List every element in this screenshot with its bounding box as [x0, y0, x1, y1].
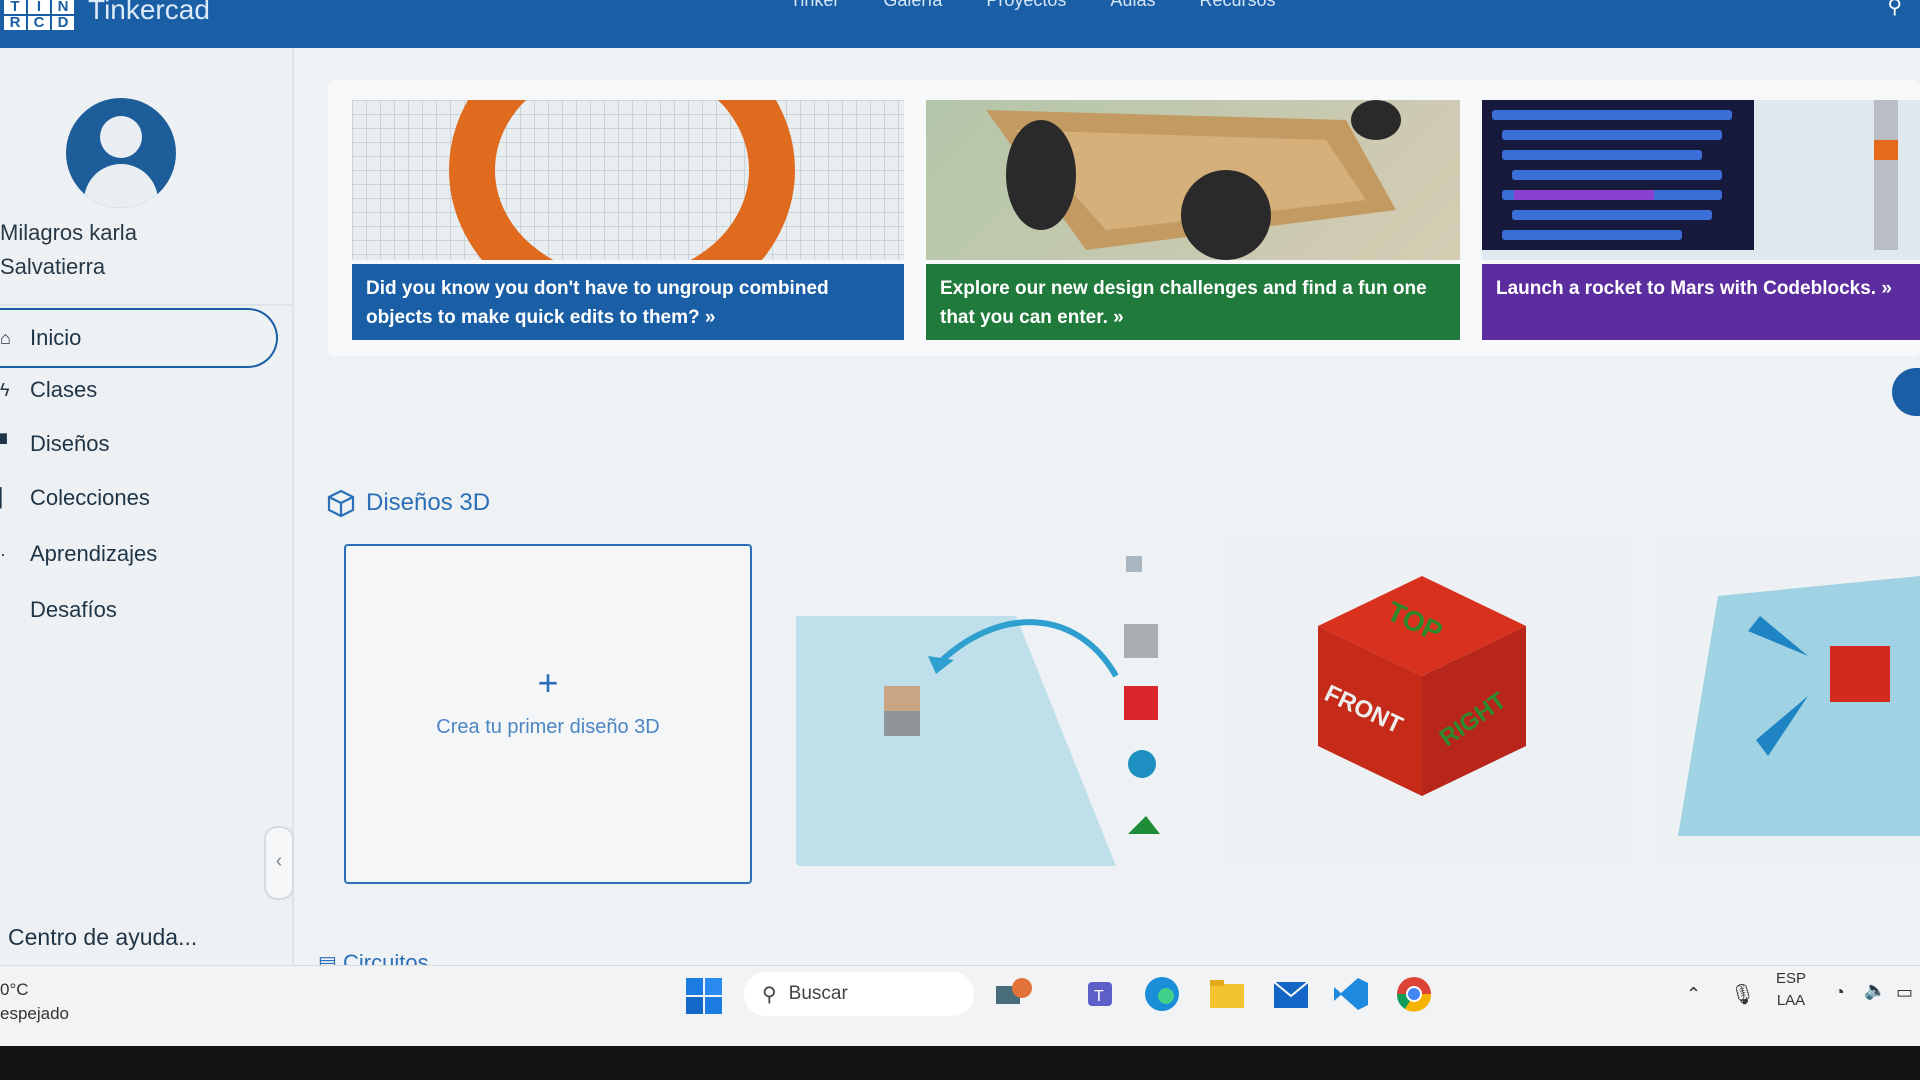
tinkercad-logo[interactable]: T I N R C D: [4, 0, 74, 30]
plus-icon: +: [537, 662, 559, 703]
create-design-label: Crea tu primer diseño 3D: [436, 716, 660, 738]
sidebar-item-clases[interactable]: ϟ Clases: [0, 362, 276, 418]
logo-letter: C: [28, 15, 50, 30]
logo-letter: R: [4, 15, 26, 30]
view-cube-illustration: [1226, 536, 1632, 866]
promo-caption: Explore our new design challenges and fi…: [926, 264, 1460, 340]
avatar-body-shape: [84, 164, 158, 208]
language-code: ESP: [1776, 970, 1807, 987]
topnav-tinker[interactable]: Tinker: [790, 0, 839, 11]
promo-card-challenges[interactable]: Explore our new design challenges and fi…: [926, 100, 1460, 340]
volume-icon[interactable]: 🔈: [1864, 980, 1886, 1001]
carousel-next-button[interactable]: [1892, 368, 1920, 416]
sidebar-item-label: Aprendizajes: [30, 541, 158, 566]
drag-shape-illustration: [796, 536, 1196, 866]
language-indicator[interactable]: ESP LAA: [1776, 968, 1806, 1012]
topnav-proyectos[interactable]: Proyectos: [986, 0, 1066, 11]
learning-icon: ·: [0, 543, 6, 564]
logo-letter: N: [52, 0, 74, 14]
file-explorer-icon[interactable]: [1204, 972, 1248, 1016]
topnav-galeria[interactable]: Galería: [883, 0, 942, 11]
logo-letter: D: [52, 15, 74, 30]
topnav-aulas[interactable]: Aulas: [1110, 0, 1155, 11]
tutorial-thumbnail-move-shape[interactable]: [1658, 536, 1920, 866]
weather-widget[interactable]: 0°C espejado: [0, 978, 69, 1026]
circuits-heading[interactable]: ▤ Circuitos: [318, 950, 429, 965]
tray-chevron-up-icon[interactable]: ⌃: [1686, 984, 1701, 1005]
edge-icon[interactable]: [1140, 972, 1184, 1016]
move-shape-illustration: [1658, 536, 1920, 866]
vscode-icon[interactable]: [1328, 972, 1372, 1016]
promo-card-codeblocks[interactable]: Launch a rocket to Mars with Codeblocks.…: [1482, 100, 1920, 340]
search-icon: ⚲: [762, 983, 777, 1006]
windows-start-icon[interactable]: [686, 978, 722, 1014]
sidebar-item-label: Desafíos: [30, 597, 117, 622]
microphone-icon[interactable]: 🎙: [1730, 982, 1755, 1007]
weather-temperature: 0°C: [0, 980, 29, 999]
promo-caption-text: Explore our new design challenges and fi…: [940, 278, 1427, 328]
collections-icon: ▏: [0, 487, 14, 508]
windows-taskbar: 0°C espejado ⚲ Buscar T ⌃ 🎙 ESP LAA ◔ 🔈 …: [0, 965, 1920, 1046]
battery-icon[interactable]: ▭: [1896, 982, 1913, 1003]
home-icon: ⌂: [0, 327, 11, 348]
sidebar-item-desafios[interactable]: Desafíos: [0, 582, 276, 638]
promo-image-wooden-car: [926, 100, 1460, 260]
tutorial-thumbnail-view-cube[interactable]: TOP FRONT RIGHT: [1226, 536, 1632, 866]
logo-letter: T: [4, 0, 26, 14]
mail-icon[interactable]: [1268, 972, 1312, 1016]
sidebar-item-colecciones[interactable]: ▏ Colecciones: [0, 470, 276, 526]
promo-banner: Did you know you don't have to ungroup c…: [328, 80, 1920, 356]
cube-icon: [327, 489, 355, 518]
designs-3d-title: Diseños 3D: [366, 489, 491, 516]
sidebar-item-aprendizajes[interactable]: · Aprendizajes: [0, 526, 276, 582]
classes-icon: ϟ: [0, 379, 10, 400]
circuits-title: Circuitos: [343, 950, 429, 965]
tutorial-thumbnail-drag-shape[interactable]: [796, 536, 1196, 866]
browser-viewport: T I N R C D Tinkercad Tinker Galería Pro…: [0, 0, 1920, 965]
taskbar-search-box[interactable]: ⚲ Buscar: [744, 972, 974, 1016]
weather-description: espejado: [0, 1004, 70, 1023]
wifi-icon[interactable]: ◔: [1834, 982, 1845, 1003]
sidebar-item-label: Colecciones: [30, 485, 150, 510]
circuit-icon: ▤: [318, 953, 337, 965]
region-code: LAA: [1776, 992, 1806, 1009]
sidebar-item-label: Diseños: [30, 431, 110, 456]
orange-ring-graphic: [449, 100, 795, 323]
sidebar: Milagros karla Salvatierra ⌂ Inicio ϟ Cl…: [0, 48, 294, 965]
designs-icon: ▘: [0, 433, 14, 454]
top-nav-links: Tinker Galería Proyectos Aulas Recursos: [790, 0, 1275, 11]
promo-card-ungroup[interactable]: Did you know you don't have to ungroup c…: [352, 100, 904, 340]
brand-name: Tinkercad: [88, 0, 210, 25]
search-icon[interactable]: ⚲: [1887, 0, 1902, 19]
codeblocks-graphic: [1482, 100, 1898, 250]
sidebar-item-label: Clases: [30, 377, 98, 402]
widgets-icon[interactable]: [990, 972, 1034, 1016]
sidebar-item-disenos[interactable]: ▘ Diseños: [0, 416, 276, 472]
designs-3d-heading[interactable]: Diseños 3D: [326, 488, 490, 518]
promo-caption-text: Did you know you don't have to ungroup c…: [366, 278, 829, 328]
avatar-head-shape: [100, 116, 142, 158]
create-design-card[interactable]: + Crea tu primer diseño 3D: [344, 544, 752, 884]
sidebar-item-inicio[interactable]: ⌂ Inicio: [0, 308, 278, 368]
sidebar-item-label: Inicio: [30, 325, 82, 350]
topnav-recursos[interactable]: Recursos: [1199, 0, 1275, 11]
avatar[interactable]: [66, 98, 176, 208]
chrome-icon[interactable]: [1392, 972, 1436, 1016]
teams-icon[interactable]: T: [1080, 972, 1124, 1016]
promo-image-codeblocks: [1482, 100, 1920, 260]
svg-text:T: T: [1094, 988, 1104, 1005]
taskbar-search-label: Buscar: [788, 983, 848, 1004]
promo-caption: Launch a rocket to Mars with Codeblocks.…: [1482, 264, 1920, 340]
logo-letter: I: [28, 0, 50, 14]
sidebar-divider: [0, 304, 292, 306]
promo-caption: Did you know you don't have to ungroup c…: [352, 264, 904, 340]
user-name: Milagros karla Salvatierra: [0, 220, 137, 279]
collapse-sidebar-button[interactable]: ‹: [264, 826, 294, 900]
wooden-car-graphic: [986, 100, 1401, 260]
top-navigation-bar: T I N R C D Tinkercad Tinker Galería Pro…: [0, 0, 1920, 48]
promo-caption-text: Launch a rocket to Mars with Codeblocks.…: [1496, 278, 1892, 299]
promo-image-orange-ring: [352, 100, 904, 323]
help-center-link[interactable]: Centro de ayuda...: [8, 924, 197, 951]
